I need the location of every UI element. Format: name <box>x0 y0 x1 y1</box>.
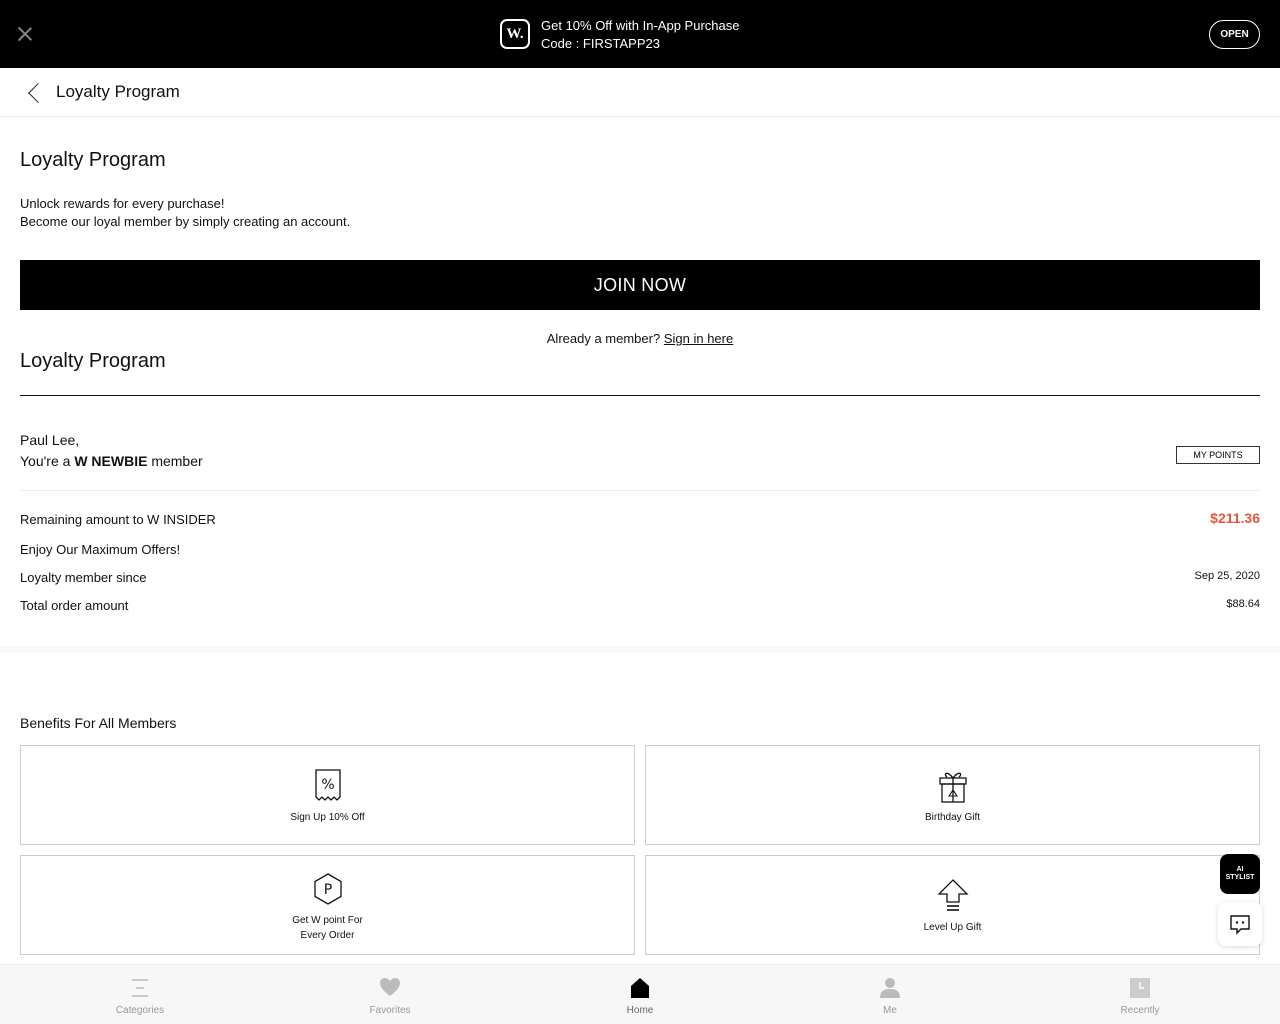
intro-line-2: Become our loyal member by simply creati… <box>20 214 351 229</box>
my-points-button[interactable]: MY POINTS <box>1176 446 1260 464</box>
nav-label: Categories <box>115 1005 165 1016</box>
already-member-text: Already a member? <box>546 331 661 346</box>
close-icon[interactable] <box>18 27 32 41</box>
section-gap <box>0 645 1280 653</box>
remaining-amount-value: $211.36 <box>1210 510 1260 526</box>
ai-stylist-line-1: AI <box>1236 866 1244 873</box>
sign-in-link[interactable]: Sign in here <box>664 331 733 346</box>
gift-icon <box>938 772 967 803</box>
benefit-label: Level Up Gift <box>923 922 982 933</box>
already-member-line: Already a member? Sign in here <box>0 331 1280 346</box>
member-section-title: Loyalty Program <box>20 350 166 372</box>
row-label: Remaining amount to W INSIDER <box>20 512 216 527</box>
benefit-label: Get W point For Every Order <box>21 913 634 943</box>
open-app-button[interactable]: OPEN <box>1209 20 1260 49</box>
clock-icon <box>1130 978 1150 998</box>
benefit-label: Sign Up 10% Off <box>290 812 365 823</box>
status-tier: W NEWBIE <box>74 453 148 469</box>
nav-label: Me <box>883 1005 897 1016</box>
chat-bot-icon <box>1230 915 1250 935</box>
bottom-nav: Categories Favorites Home Me Recently <box>0 964 1280 1024</box>
section-divider <box>20 395 1260 396</box>
benefit-label: Birthday Gift <box>924 812 981 823</box>
svg-text:%: % <box>321 777 334 793</box>
benefit-card-levelup[interactable]: Level Up Gift <box>645 855 1260 955</box>
row-label: Total order amount <box>20 598 129 613</box>
member-name: Paul Lee, <box>20 432 80 448</box>
remaining-amount-row: Remaining amount to W INSIDER $211.36 <box>20 510 1260 527</box>
percent-coupon-icon: % <box>314 769 341 801</box>
benefits-title: Benefits For All Members <box>20 715 177 731</box>
back-arrow-icon[interactable] <box>26 82 46 104</box>
offers-row: Enjoy Our Maximum Offers! <box>20 542 1260 557</box>
total-order-row: Total order amount $88.64 <box>20 598 1260 613</box>
row-divider <box>20 490 1260 491</box>
benefit-card-birthday[interactable]: Birthday Gift <box>645 745 1260 845</box>
member-greeting: Paul Lee, You're a W NEWBIE member <box>20 430 203 472</box>
nav-label: Recently <box>1120 1005 1160 1016</box>
heart-icon <box>380 978 400 996</box>
benefit-card-points[interactable]: P Get W point For Every Order <box>20 855 635 955</box>
nav-home[interactable]: Home <box>512 965 768 1024</box>
page-header: Loyalty Program <box>0 68 1280 117</box>
nav-label: Home <box>626 1005 654 1016</box>
join-intro: Unlock rewards for every purchase! Becom… <box>20 195 350 231</box>
row-label: Loyalty member since <box>20 570 147 585</box>
promo-line-2: Code : FIRSTAPP23 <box>541 36 660 51</box>
nav-label: Favorites <box>369 1005 411 1016</box>
intro-line-1: Unlock rewards for every purchase! <box>20 196 225 211</box>
home-icon <box>631 978 649 998</box>
benefit-card-signup[interactable]: % Sign Up 10% Off <box>20 745 635 845</box>
menu-icon <box>132 979 148 997</box>
member-status: You're a W NEWBIE member <box>20 451 203 472</box>
row-label: Enjoy Our Maximum Offers! <box>20 542 181 557</box>
person-icon <box>880 978 900 998</box>
chat-button[interactable] <box>1218 902 1262 946</box>
join-now-button[interactable]: JOIN NOW <box>20 260 1260 310</box>
member-since-value: Sep 25, 2020 <box>1194 570 1260 582</box>
benefit-label-line-2: Every Order <box>300 930 355 941</box>
header-title: Loyalty Program <box>56 82 180 101</box>
promo-line-1: Get 10% Off with In-App Purchase <box>541 18 740 33</box>
level-up-arrow-icon <box>936 879 969 911</box>
member-since-row: Loyalty member since Sep 25, 2020 <box>20 570 1260 585</box>
ai-stylist-button[interactable]: AI STYLIST <box>1220 854 1260 894</box>
ai-stylist-line-2: STYLIST <box>1225 874 1255 881</box>
total-order-value: $88.64 <box>1226 598 1260 610</box>
p-hexagon-icon: P <box>313 873 342 905</box>
svg-text:P: P <box>323 882 331 898</box>
nav-favorites[interactable]: Favorites <box>262 965 518 1024</box>
status-suffix: member <box>151 453 203 469</box>
status-prefix: You're a <box>20 453 71 469</box>
benefit-label-line-1: Get W point For <box>292 915 363 926</box>
nav-recently[interactable]: Recently <box>1012 965 1268 1024</box>
nav-categories[interactable]: Categories <box>12 965 268 1024</box>
promo-text: Get 10% Off with In-App Purchase Code : … <box>541 17 739 53</box>
app-logo: W. <box>500 19 530 49</box>
join-section-title: Loyalty Program <box>20 149 166 171</box>
promo-banner: W. Get 10% Off with In-App Purchase Code… <box>0 0 1280 68</box>
nav-me[interactable]: Me <box>762 965 1018 1024</box>
